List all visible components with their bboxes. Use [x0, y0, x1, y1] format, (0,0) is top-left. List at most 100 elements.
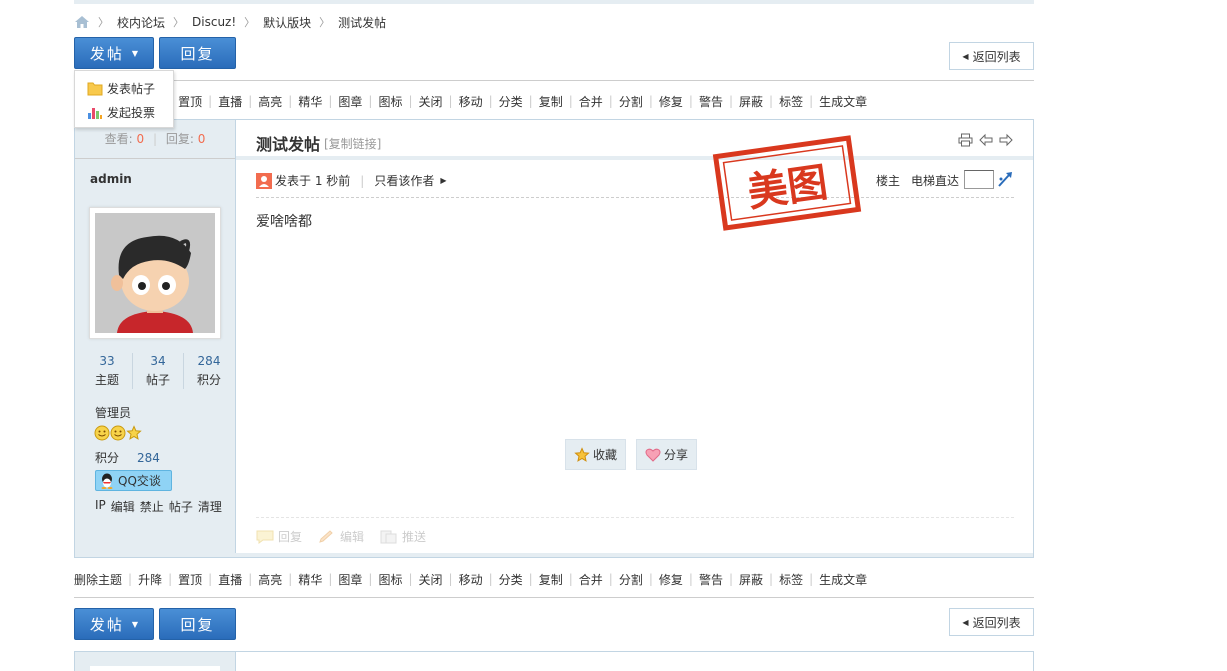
admin-clean-link[interactable]: 清理 — [198, 498, 222, 515]
mod-icon[interactable]: 图标 — [378, 571, 402, 588]
mod-delete-thread[interactable]: 删除主题 — [74, 571, 122, 588]
stat-threads[interactable]: 33 主题 — [82, 354, 132, 388]
star-icon — [574, 446, 590, 462]
back-to-list-button-bottom[interactable]: ◀ 返回列表 — [949, 608, 1034, 636]
mod-bump[interactable]: 升降 — [138, 571, 162, 588]
admin-ban-link[interactable]: 禁止 — [140, 498, 164, 515]
mod-split[interactable]: 分割 — [619, 93, 643, 110]
thread-tools — [958, 133, 1013, 147]
caret-left-icon: ◀ — [962, 51, 969, 61]
new-post-button-bottom[interactable]: 发帖 ▼ — [74, 608, 154, 640]
dropdown-new-poll[interactable]: 发起投票 — [87, 104, 155, 121]
reply-label: 回复 — [180, 615, 215, 634]
divider — [75, 158, 235, 159]
rank-stars — [94, 425, 142, 441]
dropdown-new-thread-label: 发表帖子 — [107, 82, 156, 96]
foot-push-link[interactable]: 推送 — [380, 528, 426, 545]
mod-sticky[interactable]: 置顶 — [178, 571, 202, 588]
mod-generate-article[interactable]: 生成文章 — [819, 571, 867, 588]
mod-highlight[interactable]: 高亮 — [258, 93, 282, 110]
foot-push-label: 推送 — [402, 530, 427, 544]
breadcrumb-thread[interactable]: 测试发帖 — [338, 14, 386, 31]
mod-digest[interactable]: 精华 — [298, 571, 322, 588]
avatar-image — [95, 213, 215, 333]
foot-reply-link[interactable]: 回复 — [256, 528, 302, 545]
admin-posts-link[interactable]: 帖子 — [169, 498, 193, 515]
breadcrumb-separator: 〉 — [173, 16, 185, 29]
divider — [256, 517, 1014, 518]
mod-icon[interactable]: 图标 — [378, 93, 402, 110]
mod-stamp[interactable]: 图章 — [338, 571, 362, 588]
mod-merge[interactable]: 合并 — [579, 571, 603, 588]
dropdown-new-thread[interactable]: 发表帖子 — [87, 80, 155, 97]
only-author-link[interactable]: 只看该作者 — [374, 172, 434, 189]
reply-label: 回复 — [180, 44, 215, 63]
share-button[interactable]: 分享 — [636, 439, 697, 470]
mod-warn[interactable]: 警告 — [699, 93, 723, 110]
breadcrumb-discuz[interactable]: Discuz! — [192, 15, 236, 29]
mod-repair[interactable]: 修复 — [659, 93, 683, 110]
views-count: 0 — [136, 132, 145, 146]
mod-copy[interactable]: 复制 — [539, 571, 563, 588]
back-to-list-button[interactable]: ◀ 返回列表 — [949, 42, 1034, 70]
home-icon[interactable] — [74, 15, 90, 29]
favorite-button[interactable]: 收藏 — [565, 439, 626, 470]
elevator-go-icon[interactable] — [997, 171, 1014, 187]
mod-live[interactable]: 直播 — [218, 571, 242, 588]
mod-generate-article[interactable]: 生成文章 — [819, 93, 867, 110]
elevator-input[interactable] — [964, 170, 994, 189]
breadcrumb-forum[interactable]: 校内论坛 — [117, 14, 165, 31]
mod-close[interactable]: 关闭 — [419, 571, 443, 588]
mod-merge[interactable]: 合并 — [579, 93, 603, 110]
admin-ip-link[interactable]: IP — [95, 498, 106, 515]
score-label: 积分 — [95, 451, 120, 465]
admin-edit-link[interactable]: 编辑 — [111, 498, 135, 515]
posted-time: 1 秒前 — [314, 174, 351, 188]
mod-category[interactable]: 分类 — [499, 571, 523, 588]
top-strip — [74, 0, 1034, 4]
mod-block[interactable]: 屏蔽 — [739, 93, 763, 110]
mod-block[interactable]: 屏蔽 — [739, 571, 763, 588]
reply-icon — [256, 530, 274, 544]
next-thread-icon[interactable] — [999, 133, 1013, 147]
mod-tag[interactable]: 标签 — [779, 93, 803, 110]
breadcrumb-separator: 〉 — [98, 16, 109, 29]
print-icon[interactable] — [958, 133, 973, 147]
mod-tag[interactable]: 标签 — [779, 571, 803, 588]
caret-left-icon: ◀ — [962, 617, 969, 627]
mod-sticky[interactable]: 置顶 — [178, 93, 202, 110]
score-value: 284 — [137, 451, 160, 465]
back-to-list-label: 返回列表 — [972, 49, 1021, 64]
breadcrumb-board[interactable]: 默认版块 — [263, 14, 311, 31]
mod-close[interactable]: 关闭 — [419, 93, 443, 110]
user-group[interactable]: 管理员 — [95, 404, 131, 421]
mod-warn[interactable]: 警告 — [699, 571, 723, 588]
reply-button-bottom[interactable]: 回复 — [159, 608, 236, 640]
qq-chat-button[interactable]: QQ交谈 — [95, 470, 172, 491]
thread-stats: 查看: 0 | 回复: 0 — [104, 132, 206, 146]
author-name[interactable]: admin — [90, 172, 132, 186]
reply-button[interactable]: 回复 — [159, 37, 236, 69]
mod-highlight[interactable]: 高亮 — [258, 571, 282, 588]
divider — [256, 197, 1014, 198]
stat-posts[interactable]: 34 帖子 — [133, 354, 183, 388]
mod-repair[interactable]: 修复 — [659, 571, 683, 588]
mod-digest[interactable]: 精华 — [298, 93, 322, 110]
poll-chart-icon — [88, 108, 102, 119]
caret-down-icon: ▼ — [131, 48, 139, 58]
mod-split[interactable]: 分割 — [619, 571, 643, 588]
pencil-icon — [319, 529, 333, 543]
mod-move[interactable]: 移动 — [459, 571, 483, 588]
new-post-button[interactable]: 发帖 ▼ — [74, 37, 154, 69]
foot-edit-link[interactable]: 编辑 — [318, 528, 364, 545]
avatar[interactable] — [95, 213, 215, 333]
copy-link[interactable]: [复制链接] — [324, 135, 381, 152]
prev-thread-icon[interactable] — [979, 133, 993, 147]
author-score: 积分 284 — [95, 449, 160, 466]
mod-live[interactable]: 直播 — [218, 93, 242, 110]
stat-credits[interactable]: 284 积分 — [184, 354, 234, 388]
mod-copy[interactable]: 复制 — [539, 93, 563, 110]
mod-move[interactable]: 移动 — [459, 93, 483, 110]
mod-stamp[interactable]: 图章 — [338, 93, 362, 110]
mod-category[interactable]: 分类 — [499, 93, 523, 110]
